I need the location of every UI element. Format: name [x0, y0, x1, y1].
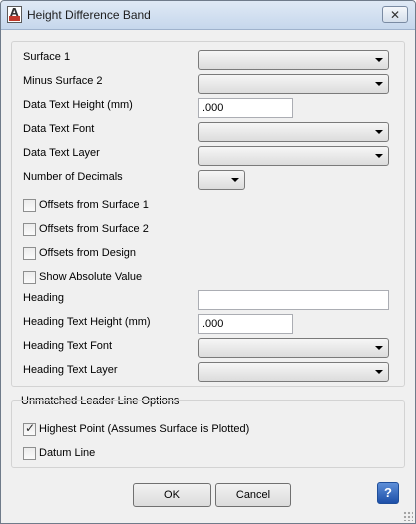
chevron-down-icon	[231, 178, 239, 182]
datum-line-checkbox[interactable]	[23, 447, 36, 460]
minus-surface2-label: Minus Surface 2	[23, 75, 103, 87]
chevron-down-icon	[375, 58, 383, 62]
data-text-font-select[interactable]	[198, 122, 389, 142]
offsets-surface1-checkbox[interactable]	[23, 199, 36, 212]
title-bar[interactable]: A Height Difference Band ✕	[1, 1, 415, 30]
number-of-decimals-select[interactable]	[198, 170, 245, 190]
offsets-surface2-checkbox[interactable]	[23, 223, 36, 236]
chevron-down-icon	[375, 346, 383, 350]
offsets-surface2-label[interactable]: Offsets from Surface 2	[39, 223, 149, 235]
data-text-font-label: Data Text Font	[23, 123, 95, 135]
close-icon: ✕	[389, 8, 401, 22]
data-text-layer-select[interactable]	[198, 146, 389, 166]
window-title: Height Difference Band	[27, 8, 151, 22]
resize-grip-icon[interactable]	[403, 511, 413, 521]
chevron-down-icon	[375, 154, 383, 158]
offsets-design-checkbox[interactable]	[23, 247, 36, 260]
help-button[interactable]: ?	[377, 482, 399, 504]
heading-text-height-label: Heading Text Height (mm)	[23, 316, 151, 328]
datum-line-label[interactable]: Datum Line	[39, 447, 95, 459]
ok-button[interactable]: OK	[133, 483, 211, 507]
heading-text-font-label: Heading Text Font	[23, 340, 113, 352]
chevron-down-icon	[375, 370, 383, 374]
offsets-design-label[interactable]: Offsets from Design	[39, 247, 136, 259]
help-icon: ?	[384, 485, 392, 500]
heading-input[interactable]	[198, 290, 389, 310]
surface1-select[interactable]	[198, 50, 389, 70]
checkmark-icon: ✓	[25, 421, 36, 435]
data-text-layer-label: Data Text Layer	[23, 147, 100, 159]
app-logo-icon: A	[7, 6, 22, 23]
offsets-surface1-label[interactable]: Offsets from Surface 1	[39, 199, 149, 211]
heading-text-layer-select[interactable]	[198, 362, 389, 382]
chevron-down-icon	[375, 82, 383, 86]
highest-point-checkbox[interactable]: ✓	[23, 421, 36, 436]
heading-text-layer-label: Heading Text Layer	[23, 364, 118, 376]
heading-text-font-select[interactable]	[198, 338, 389, 358]
show-absolute-checkbox[interactable]	[23, 271, 36, 284]
chevron-down-icon	[375, 130, 383, 134]
heading-label: Heading	[23, 292, 64, 304]
dialog-window: A Height Difference Band ✕ Surface 1 Min…	[0, 0, 416, 524]
highest-point-label[interactable]: Highest Point (Assumes Surface is Plotte…	[39, 423, 249, 435]
minus-surface2-select[interactable]	[198, 74, 389, 94]
data-text-height-label: Data Text Height (mm)	[23, 99, 133, 111]
data-text-height-input[interactable]	[198, 98, 293, 118]
surface1-label: Surface 1	[23, 51, 71, 63]
number-of-decimals-label: Number of Decimals	[23, 171, 123, 183]
cancel-button[interactable]: Cancel	[215, 483, 291, 507]
heading-text-height-input[interactable]	[198, 314, 293, 334]
close-button[interactable]: ✕	[382, 6, 408, 23]
show-absolute-label[interactable]: Show Absolute Value	[39, 271, 142, 283]
